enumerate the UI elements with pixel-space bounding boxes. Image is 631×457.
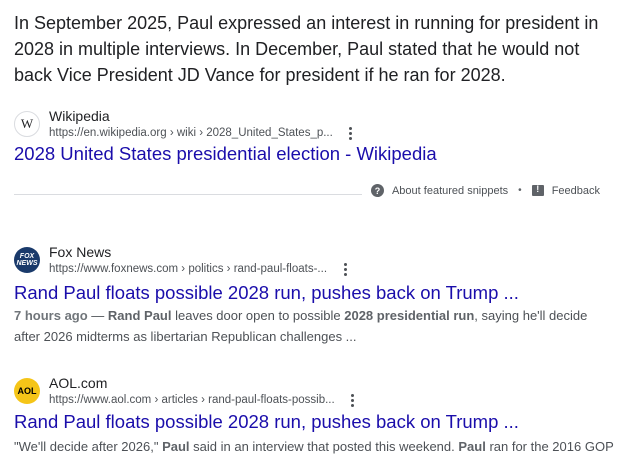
result-description: 7 hours ago — Rand Paul leaves door open… xyxy=(14,305,614,347)
feedback-icon xyxy=(531,184,544,196)
more-options-icon[interactable] xyxy=(347,392,359,408)
source-url: https://en.wikipedia.org › wiki › 2028_U… xyxy=(49,127,333,139)
highlight: 2028 presidential run xyxy=(344,308,475,323)
wikipedia-favicon-icon: W xyxy=(14,111,40,137)
more-options-icon[interactable] xyxy=(339,261,351,277)
dash: — xyxy=(87,308,108,323)
result-time: 7 hours ago xyxy=(14,308,88,323)
featured-result-title-link[interactable]: 2028 United States presidential election… xyxy=(14,142,437,166)
highlight: Paul xyxy=(162,439,190,454)
source-name: Fox News xyxy=(49,244,112,260)
desc-text: leaves door open to possible xyxy=(171,308,345,323)
result-source-aol[interactable]: AOL AOL.com https://www.aol.com › articl… xyxy=(14,374,359,408)
source-name: AOL.com xyxy=(49,375,108,391)
source-url: https://www.aol.com › articles › rand-pa… xyxy=(49,394,335,406)
divider xyxy=(14,194,362,195)
result-title-link[interactable]: Rand Paul floats possible 2028 run, push… xyxy=(14,410,519,434)
featured-source[interactable]: W Wikipedia https://en.wikipedia.org › w… xyxy=(14,107,357,141)
more-options-icon[interactable] xyxy=(345,125,357,141)
help-icon: ? xyxy=(370,184,384,197)
featured-snippet-text: In September 2025, Paul expressed an int… xyxy=(14,13,599,85)
aol-favicon-icon: AOL xyxy=(14,378,40,404)
result-title-link[interactable]: Rand Paul floats possible 2028 run, push… xyxy=(14,281,519,305)
highlight: Rand Paul xyxy=(107,308,172,323)
highlight: Paul xyxy=(458,439,486,454)
source-url: https://www.foxnews.com › politics › ran… xyxy=(49,263,328,275)
desc-text: ran for the 2016 GOP xyxy=(485,439,614,454)
feedback-link[interactable]: Feedback xyxy=(552,185,600,197)
about-featured-snippets-link[interactable]: About featured snippets xyxy=(392,185,508,197)
fox-news-favicon-icon: FOX NEWS xyxy=(14,247,40,273)
desc-text: "We'll decide after 2026," xyxy=(14,439,163,454)
result-source-foxnews[interactable]: FOX NEWS Fox News https://www.foxnews.co… xyxy=(14,243,351,277)
separator-dot: • xyxy=(518,185,522,196)
featured-snippet-footer: ? About featured snippets • Feedback xyxy=(14,180,600,204)
desc-text: said in an interview that posted this we… xyxy=(189,439,459,454)
source-name: Wikipedia xyxy=(49,108,110,124)
